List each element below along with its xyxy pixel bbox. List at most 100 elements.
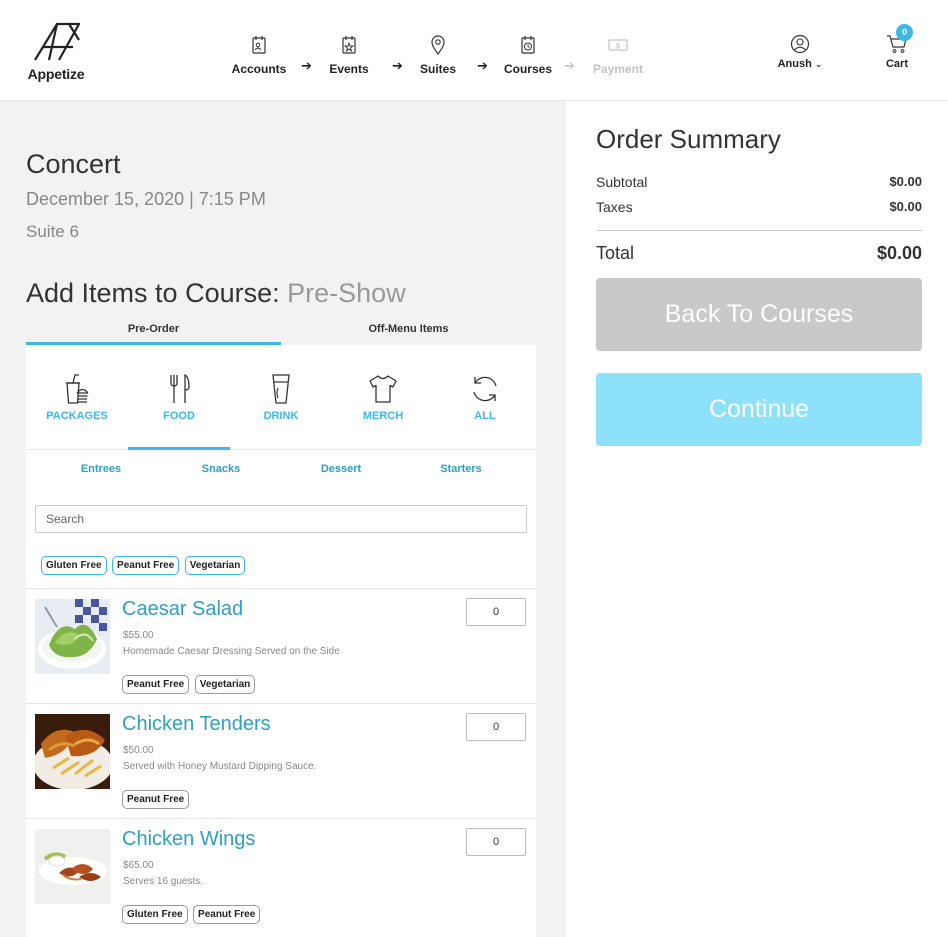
item-name[interactable]: Chicken Tenders (122, 713, 271, 736)
packages-icon (66, 374, 89, 404)
category-drink-label: DRINK (263, 410, 299, 422)
step-arrow-icon: ➔ (477, 58, 488, 73)
item-name[interactable]: Caesar Salad (122, 598, 243, 621)
category-merch-label: MERCH (362, 410, 404, 422)
refresh-icon (473, 376, 497, 402)
step-suites[interactable]: Suites (418, 34, 458, 76)
menu-item: Caesar Salad $55.00 Homemade Caesar Dres… (26, 588, 536, 703)
food-icon (170, 373, 190, 403)
item-name[interactable]: Chicken Wings (122, 828, 255, 851)
step-payment-label: Payment (592, 62, 644, 76)
step-courses[interactable]: Courses (503, 34, 553, 76)
taxes-row: Taxes $0.00 (596, 199, 922, 215)
item-tag: Gluten Free (122, 905, 188, 924)
order-tabs: Pre-Order Off-Menu Items (26, 323, 536, 345)
quantity-input[interactable] (466, 713, 526, 741)
menu-items-panel: PACKAGES FOOD DRINK MERCH ALL Entrees Sn… (26, 345, 536, 937)
item-tag: Peanut Free (122, 675, 190, 694)
category-bar: PACKAGES FOOD DRINK MERCH ALL (26, 345, 536, 450)
location-pin-icon (431, 35, 445, 56)
total-label: Total (596, 243, 635, 263)
quantity-input[interactable] (466, 598, 526, 626)
filter-peanut-free[interactable]: Peanut Free (112, 556, 180, 575)
category-food[interactable]: FOOD (128, 345, 230, 450)
appetize-logo-icon (34, 22, 81, 61)
user-name: Anush (777, 58, 812, 70)
event-datetime: December 15, 2020 | 7:15 PM (26, 189, 266, 209)
item-tag: Peanut Free (122, 790, 190, 809)
item-price: $50.00 (123, 745, 154, 756)
drink-icon (272, 374, 290, 404)
taxes-value: $0.00 (889, 199, 922, 214)
cart-label: Cart (885, 58, 908, 70)
subcategory-snacks[interactable]: Snacks (161, 463, 281, 475)
merch-icon (369, 375, 397, 403)
top-header: Appetize Accounts ➔ Events ➔ Suites ➔ Co… (0, 0, 948, 101)
category-drink[interactable]: DRINK (230, 345, 332, 450)
category-packages[interactable]: PACKAGES (26, 345, 128, 450)
menu-item: Chicken Wings $65.00 Serves 16 guests. G… (26, 818, 536, 933)
subcategory-entrees[interactable]: Entrees (41, 463, 161, 475)
svg-text:$: $ (616, 44, 620, 51)
menu-panel: Concert December 15, 2020 | 7:15 PM Suit… (0, 101, 566, 937)
item-description: Served with Honey Mustard Dipping Sauce. (123, 761, 317, 772)
course-heading-prefix: Add Items to Course: (26, 278, 280, 308)
menu-item: Chicken Tenders $50.00 Served with Honey… (26, 703, 536, 818)
appetize-logo[interactable]: Appetize (26, 20, 86, 82)
diet-filters: Gluten Free Peanut Free Vegetarian (41, 555, 246, 577)
step-events[interactable]: Events (326, 34, 372, 76)
subcategory-dessert[interactable]: Dessert (281, 463, 401, 475)
logo-text: Appetize (27, 66, 85, 82)
menu-item-list: Caesar Salad $55.00 Homemade Caesar Dres… (26, 588, 536, 933)
item-tag: Vegetarian (194, 675, 256, 694)
item-description: Serves 16 guests. (123, 876, 204, 887)
step-accounts[interactable]: Accounts (230, 34, 288, 76)
step-arrow-icon: ➔ (564, 58, 575, 73)
category-food-label: FOOD (163, 410, 195, 422)
order-summary-title: Order Summary (596, 124, 781, 154)
step-suites-label: Suites (419, 62, 456, 76)
category-packages-label: PACKAGES (46, 410, 108, 422)
search-input[interactable] (35, 505, 527, 533)
chicken-wings-image (35, 829, 110, 904)
course-heading: Add Items to Course: Pre-Show (26, 278, 406, 309)
chevron-down-icon: ⌄ (814, 59, 823, 69)
category-merch[interactable]: MERCH (332, 345, 434, 450)
continue-button[interactable]: Continue (596, 373, 922, 446)
total-value: $0.00 (876, 243, 922, 263)
subtotal-value: $0.00 (889, 174, 922, 189)
accounts-icon (252, 36, 266, 54)
event-title: Concert (26, 149, 121, 179)
filter-vegetarian[interactable]: Vegetarian (184, 556, 246, 575)
item-tags: Peanut Free Vegetarian (122, 674, 256, 694)
tab-off-menu-items[interactable]: Off-Menu Items (281, 323, 536, 345)
back-to-courses-button[interactable]: Back To Courses (596, 278, 922, 351)
subtotal-label: Subtotal (596, 174, 648, 190)
item-description: Homemade Caesar Dressing Served on the S… (123, 646, 340, 657)
step-courses-label: Courses (503, 62, 553, 76)
subcategory-starters[interactable]: Starters (401, 463, 521, 475)
cart-count-badge: 0 (896, 24, 913, 41)
user-avatar-icon (790, 34, 810, 54)
events-icon (342, 36, 356, 54)
course-name: Pre-Show (287, 278, 406, 308)
total-row: Total $0.00 (596, 243, 922, 264)
order-summary-panel: Order Summary Subtotal $0.00 Taxes $0.00… (566, 101, 948, 937)
filter-gluten-free[interactable]: Gluten Free (41, 556, 107, 575)
user-menu[interactable]: Anush ⌄ (776, 34, 824, 70)
tab-pre-order[interactable]: Pre-Order (26, 323, 281, 345)
step-payment: $ Payment (592, 34, 644, 76)
event-suite: Suite 6 (26, 222, 79, 241)
step-arrow-icon: ➔ (301, 58, 312, 73)
courses-icon (521, 36, 535, 54)
item-tags: Peanut Free (122, 789, 190, 809)
subcategory-bar: Entrees Snacks Dessert Starters (26, 463, 536, 481)
item-price: $65.00 (123, 860, 154, 871)
category-all[interactable]: ALL (434, 345, 536, 450)
taxes-label: Taxes (596, 199, 633, 215)
step-arrow-icon: ➔ (392, 58, 403, 73)
payment-icon: $ (608, 39, 628, 51)
quantity-input[interactable] (466, 828, 526, 856)
category-all-label: ALL (474, 410, 496, 422)
chicken-tenders-image (35, 714, 110, 789)
